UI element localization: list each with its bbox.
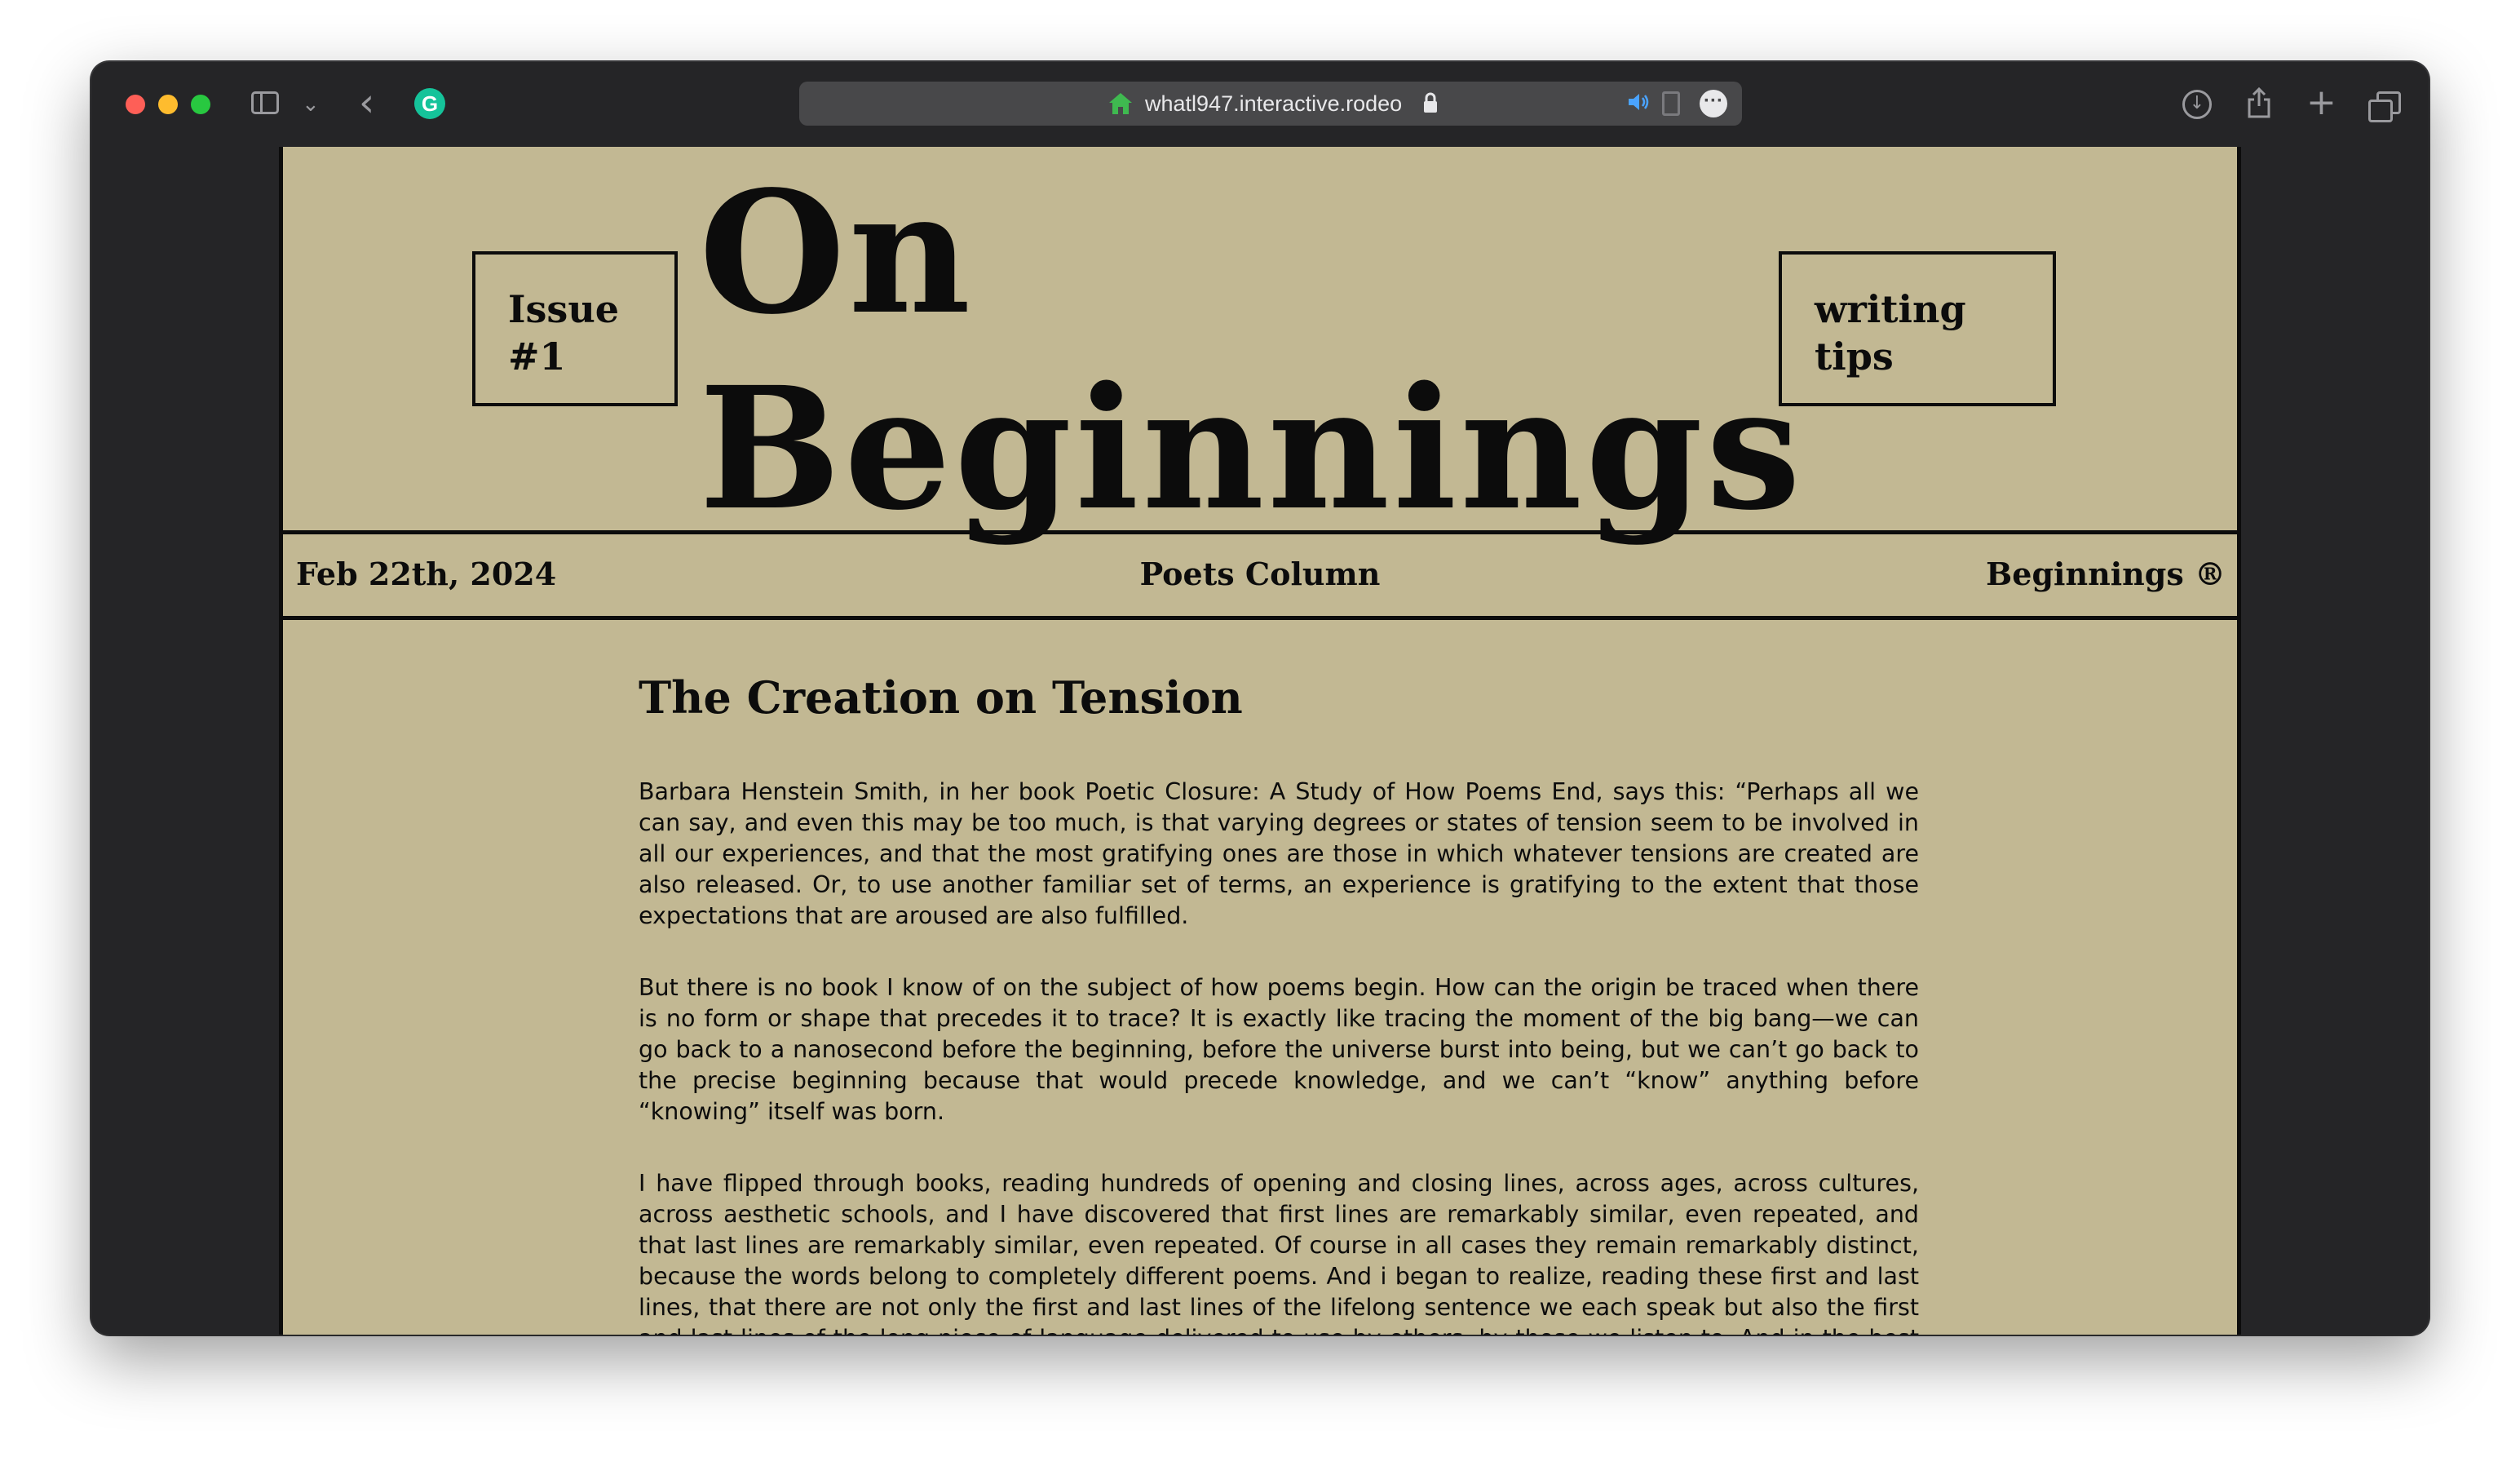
new-tab-icon[interactable]: + [2306,85,2337,121]
column-name: Poets Column [1139,556,1381,592]
minimize-window-button[interactable] [158,95,178,114]
back-arrow-icon[interactable]: ‹ [359,80,374,126]
browser-window: ⌄ ‹ G whatl947.interactive.rodeo ··· ↓ +… [91,62,2429,1335]
address-bar[interactable]: whatl947.interactive.rodeo ··· [799,82,1742,126]
issue-label: Issue #1 [508,287,620,379]
close-window-button[interactable] [126,95,145,114]
info-bar: Feb 22th, 2024 Poets Column Beginnings ® [283,534,2237,620]
reader-mode-icon[interactable] [1662,91,1680,116]
sidebar-toggle-icon[interactable] [251,91,279,114]
download-icon[interactable]: ↓ [2182,90,2212,119]
article-paragraph: I have flipped through books, reading hu… [639,1170,1919,1335]
writing-tips-link[interactable]: writing tips [1779,251,2056,406]
title-line-2: Beginnings [699,350,1805,547]
article-paragraph: But there is no book I know of on the su… [639,974,1919,1125]
lock-icon [1424,92,1437,113]
speaker-icon[interactable] [1626,90,1651,114]
article-heading: The Creation on Tension [639,671,1243,724]
tab-overview-icon[interactable] [2368,91,2401,122]
share-icon[interactable] [2246,86,2272,119]
grammarly-extension-icon[interactable]: G [414,88,445,119]
masthead: Issue #1 On Beginnings writing tips [283,147,2237,547]
article-paragraph: Barbara Henstein Smith, in her book Poet… [639,778,1919,929]
writing-tips-label: writing tips [1815,287,1966,379]
zoom-window-button[interactable] [191,95,210,114]
browser-toolbar: ⌄ ‹ G whatl947.interactive.rodeo ··· ↓ + [91,62,2429,147]
article: The Creation on Tension Barbara Henstein… [639,669,1919,1335]
more-options-icon[interactable]: ··· [1700,90,1727,117]
brand-name: Beginnings ® [1986,556,2226,592]
title-line-1: On [699,154,975,352]
web-page: Issue #1 On Beginnings writing tips Feb … [279,147,2241,1335]
page-title: On Beginnings [699,155,1804,547]
url-text: whatl947.interactive.rodeo [1145,91,1403,116]
issue-box: Issue #1 [472,251,678,406]
home-icon [1109,93,1132,114]
chevron-down-icon[interactable]: ⌄ [302,91,320,117]
